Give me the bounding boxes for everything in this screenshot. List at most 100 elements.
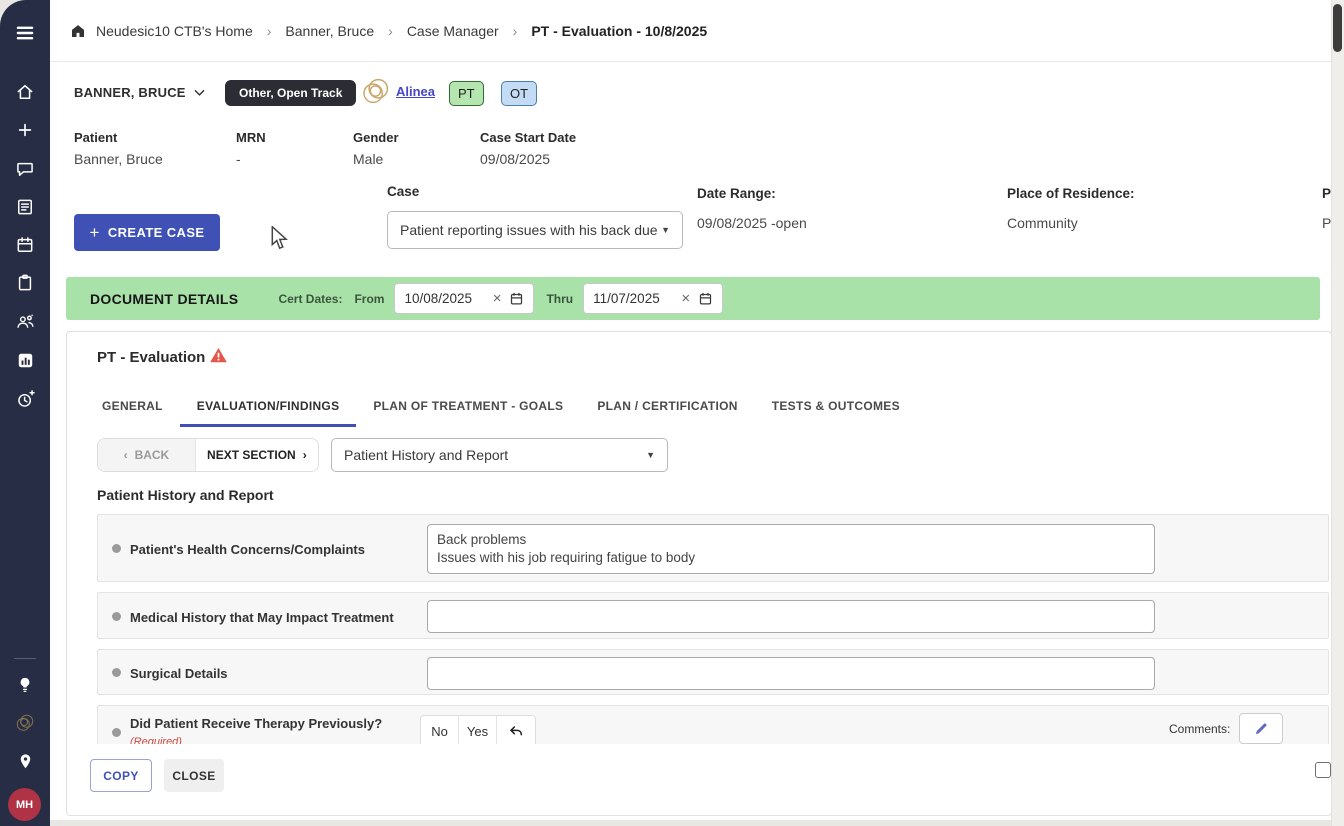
case-start-date-label: Case Start Date bbox=[480, 130, 577, 145]
caret-down-icon: ▼ bbox=[661, 225, 670, 235]
document-title: PT - Evaluation bbox=[97, 349, 206, 366]
comments-label: Comments: bbox=[1169, 722, 1231, 736]
case-select[interactable]: Patient reporting issues with his back d… bbox=[387, 211, 683, 249]
clipboard-icon[interactable] bbox=[0, 266, 50, 300]
document-icon[interactable] bbox=[0, 190, 50, 224]
track-status-pill[interactable]: Other, Open Track bbox=[225, 80, 357, 106]
breadcrumb-home-icon[interactable] bbox=[70, 23, 86, 39]
chevron-right-icon: › bbox=[302, 448, 307, 462]
scrollbar-thumb[interactable] bbox=[1333, 4, 1342, 52]
health-concerns-textarea[interactable]: Back problems Issues with his job requir… bbox=[427, 524, 1155, 574]
chart-icon[interactable] bbox=[0, 343, 50, 377]
home-icon[interactable] bbox=[0, 75, 50, 109]
history-add-icon[interactable] bbox=[0, 382, 50, 416]
create-case-label: CREATE CASE bbox=[107, 225, 205, 240]
field-label: Medical History that May Impact Treatmen… bbox=[130, 610, 394, 625]
calendar-picker-icon[interactable] bbox=[509, 291, 524, 306]
warning-icon[interactable] bbox=[209, 346, 228, 370]
page-scrollbar[interactable] bbox=[1331, 0, 1344, 826]
tab-plan-certification[interactable]: PLAN / CERTIFICATION bbox=[580, 388, 754, 427]
create-case-button[interactable]: + CREATE CASE bbox=[74, 214, 220, 251]
close-button[interactable]: CLOSE bbox=[164, 759, 224, 792]
field-row-surgical-details: Surgical Details bbox=[97, 649, 1329, 695]
yes-button[interactable]: Yes bbox=[459, 716, 497, 747]
undo-icon[interactable] bbox=[497, 716, 535, 747]
chat-icon[interactable] bbox=[0, 152, 50, 186]
mrn-label: MRN bbox=[236, 130, 266, 145]
patients-group-icon[interactable] bbox=[0, 304, 50, 338]
user-avatar[interactable]: MH bbox=[8, 788, 41, 821]
app-root: MH Neudesic10 CTB's Home › Banner, Bruce… bbox=[0, 0, 1344, 826]
medical-history-textarea[interactable] bbox=[427, 600, 1155, 633]
tab-tests-outcomes[interactable]: TESTS & OUTCOMES bbox=[755, 388, 917, 427]
cert-thru-date-input[interactable]: 11/07/2025 × bbox=[583, 283, 724, 314]
calendar-picker-icon[interactable] bbox=[698, 291, 713, 306]
gender-label: Gender bbox=[353, 130, 399, 145]
cert-thru-date-value: 11/07/2025 bbox=[593, 291, 660, 306]
footer-checkbox-group: C bbox=[1315, 762, 1331, 778]
back-button[interactable]: ‹ BACK bbox=[98, 439, 195, 471]
add-icon[interactable] bbox=[0, 113, 50, 147]
section-heading: Patient History and Report bbox=[97, 487, 274, 503]
chevron-left-icon: ‹ bbox=[123, 448, 128, 462]
location-pin-icon[interactable] bbox=[0, 744, 50, 778]
field-row-health-concerns: Patient's Health Concerns/Complaints Bac… bbox=[97, 514, 1329, 582]
section-selected-value: Patient History and Report bbox=[344, 447, 509, 463]
back-label: BACK bbox=[134, 448, 170, 462]
field-row-medical-history: Medical History that May Impact Treatmen… bbox=[97, 592, 1329, 639]
bullet-icon bbox=[112, 668, 121, 677]
patient-header: BANNER, BRUCE Other, Open Track Alinea P… bbox=[50, 63, 1344, 270]
edit-comments-button[interactable] bbox=[1239, 713, 1283, 744]
document-details-title: DOCUMENT DETAILS bbox=[90, 290, 239, 307]
next-section-button[interactable]: NEXT SECTION › bbox=[194, 439, 318, 471]
lightbulb-icon[interactable] bbox=[0, 668, 50, 702]
mrn-value: - bbox=[236, 151, 241, 167]
ot-discipline-badge[interactable]: OT bbox=[501, 81, 538, 106]
calendar-icon[interactable] bbox=[0, 228, 50, 262]
bullet-icon bbox=[112, 728, 121, 737]
case-label: Case bbox=[387, 184, 420, 199]
gender-value: Male bbox=[353, 151, 384, 167]
residence-value: Community bbox=[1007, 215, 1078, 231]
copy-button[interactable]: COPY bbox=[90, 759, 152, 792]
field-label: Surgical Details bbox=[130, 666, 228, 681]
cert-from-date-value: 10/08/2025 bbox=[404, 291, 473, 306]
tab-evaluation-findings[interactable]: EVALUATION/FINDINGS bbox=[179, 388, 357, 427]
patient-label: Patient bbox=[74, 130, 118, 145]
document-tabs: GENERAL EVALUATION/FINDINGS PLAN OF TREA… bbox=[85, 388, 917, 427]
surgical-details-textarea[interactable] bbox=[427, 657, 1155, 690]
patient-value: Banner, Bruce bbox=[74, 151, 163, 167]
plus-icon: + bbox=[89, 222, 100, 242]
document-card: PT - Evaluation GENERAL EVALUATION/FINDI… bbox=[66, 331, 1332, 816]
section-select[interactable]: Patient History and Report ▼ bbox=[331, 438, 668, 472]
pt-discipline-badge[interactable]: PT bbox=[449, 81, 484, 106]
chevron-right-icon: › bbox=[512, 22, 518, 39]
caret-down-icon: ▼ bbox=[646, 450, 655, 460]
breadcrumb-item[interactable]: Neudesic10 CTB's Home bbox=[96, 23, 253, 39]
cert-dates-label: Cert Dates: bbox=[278, 291, 343, 306]
breadcrumb-item[interactable]: Case Manager bbox=[407, 23, 499, 39]
hamburger-menu-icon[interactable] bbox=[0, 16, 50, 50]
cert-from-label: From bbox=[354, 291, 385, 306]
clear-icon[interactable]: × bbox=[493, 291, 502, 306]
breadcrumb-item[interactable]: Banner, Bruce bbox=[285, 23, 374, 39]
alinea-link[interactable]: Alinea bbox=[396, 84, 435, 99]
patient-name-selector[interactable]: BANNER, BRUCE bbox=[74, 85, 205, 100]
bullet-icon bbox=[112, 612, 121, 621]
section-nav: ‹ BACK NEXT SECTION › bbox=[97, 438, 319, 472]
bullet-icon bbox=[112, 544, 121, 553]
chevron-down-icon bbox=[194, 89, 205, 96]
clear-icon[interactable]: × bbox=[681, 291, 690, 306]
pencil-icon bbox=[1255, 723, 1267, 735]
cert-thru-label: Thru bbox=[546, 291, 574, 306]
footer-checkbox[interactable] bbox=[1315, 762, 1331, 778]
chevron-right-icon: › bbox=[388, 22, 393, 39]
tab-plan-of-treatment-goals[interactable]: PLAN OF TREATMENT - GOALS bbox=[356, 388, 580, 427]
patient-name-label: BANNER, BRUCE bbox=[74, 85, 186, 100]
alinea-logo-icon[interactable] bbox=[0, 706, 50, 740]
tab-general[interactable]: GENERAL bbox=[85, 388, 180, 427]
breadcrumb: Neudesic10 CTB's Home › Banner, Bruce › … bbox=[50, 0, 1344, 62]
field-question: Did Patient Receive Therapy Previously? bbox=[130, 716, 383, 731]
cert-from-date-input[interactable]: 10/08/2025 × bbox=[394, 283, 535, 314]
no-button[interactable]: No bbox=[421, 716, 459, 747]
